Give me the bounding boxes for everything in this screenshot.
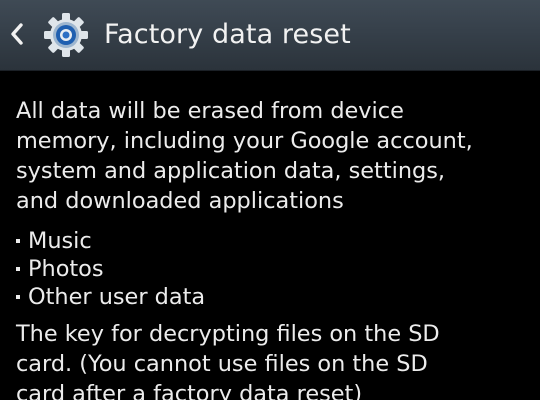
bullet-icon <box>16 267 20 271</box>
content-area: All data will be erased from device memo… <box>16 96 532 400</box>
list-item: Photos <box>16 255 532 283</box>
list-item: Other user data <box>16 283 532 311</box>
warning-line: All data will be erased from device <box>16 98 404 124</box>
back-chevron-icon <box>11 23 23 45</box>
page-title: Factory data reset <box>104 19 351 50</box>
note-line: The key for decrypting files on the SD <box>16 321 440 347</box>
back-button[interactable] <box>4 14 30 54</box>
bullet-icon <box>16 239 20 243</box>
list-item-label: Other user data <box>28 284 206 310</box>
warning-line: system and application data, settings, <box>16 158 446 184</box>
warning-text: All data will be erased from device memo… <box>16 96 532 216</box>
sd-card-note: The key for decrypting files on the SD c… <box>16 319 532 400</box>
settings-gear-icon[interactable] <box>43 12 89 58</box>
warning-line: memory, including your Google account, <box>16 128 473 154</box>
note-line: card. (You cannot use files on the SD <box>16 351 428 377</box>
list-item-label: Music <box>28 228 92 254</box>
erased-data-list: Music Photos Other user data <box>16 227 532 311</box>
factory-data-reset-screen: Factory data reset All data will be eras… <box>0 0 540 400</box>
list-item: Music <box>16 227 532 255</box>
action-bar: Factory data reset <box>0 0 540 71</box>
bullet-icon <box>16 295 20 299</box>
note-line: card after a factory data reset) <box>16 381 363 400</box>
warning-line: and downloaded applications <box>16 188 344 214</box>
list-item-label: Photos <box>28 256 104 282</box>
